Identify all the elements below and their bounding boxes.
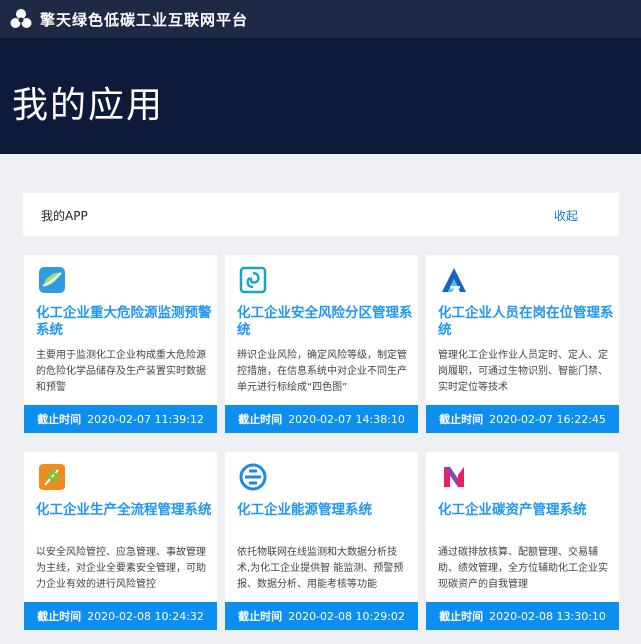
app-card-carbon-assets[interactable]: 化工企业碳资产管理系统 通过碳排放核算、配额管理、交易辅助、绩效管理，全方位辅助…	[426, 452, 619, 630]
card-description: 辨识企业风险，确定风险等级，制定管控措施，在信息系统中对企业不同生产单元进行标绘…	[237, 350, 407, 393]
deadline-label: 截止时间	[238, 413, 283, 426]
top-bar: 擎天绿色低碳工业互联网平台	[0, 0, 641, 38]
card-description: 管理化工企业作业人员定时、定人、定岗履职，可通过生物识别、智能门禁、实时定位等技…	[438, 350, 608, 393]
deadline-label: 截止时间	[439, 610, 484, 623]
card-title: 化工企业安全风险分区管理系统	[237, 305, 413, 338]
page-title: 我的应用	[12, 85, 165, 126]
deadline-bar: 截止时间 2020-02-07 16:22:45	[426, 405, 619, 433]
card-title: 化工企业能源管理系统	[237, 502, 372, 518]
deadline-value: 2020-02-08 13:30:10	[489, 609, 606, 623]
leaf-wave-icon	[39, 267, 65, 293]
card-description: 依托物联网在线监测和大数据分析技术,为化工企业提供智 能监测、预警预报、数据分析…	[237, 547, 404, 590]
ribbon-icon	[444, 467, 464, 487]
deadline-value: 2020-02-08 10:24:32	[87, 609, 204, 623]
card-description: 通过碳排放核算、配额管理、交易辅助、绩效管理，全方位辅助化工企业实现碳资产的自我…	[438, 547, 608, 590]
deadline-bar: 截止时间 2020-02-07 11:39:12	[24, 405, 217, 433]
deadline-value: 2020-02-07 11:39:12	[87, 412, 204, 426]
deadline-value: 2020-02-08 10:29:02	[288, 609, 405, 623]
deadline-bar: 截止时间 2020-02-08 10:24:32	[24, 602, 217, 630]
deadline-bar: 截止时间 2020-02-08 13:30:10	[426, 602, 619, 630]
deadline-label: 截止时间	[37, 413, 82, 426]
deadline-bar: 截止时间 2020-02-08 10:29:02	[225, 602, 418, 630]
collapse-link[interactable]: 收起	[554, 207, 578, 224]
deadline-label: 截止时间	[439, 413, 484, 426]
my-app-header: 我的APP 收起	[23, 193, 619, 236]
deadline-value: 2020-02-07 16:22:45	[489, 412, 606, 426]
brand-logo-icon	[10, 9, 32, 28]
deadline-label: 截止时间	[238, 610, 283, 623]
deadline-bar: 截止时间 2020-02-07 14:38:10	[225, 405, 418, 433]
a-logo-icon	[442, 268, 466, 292]
card-description: 主要用于监测化工企业构成重大危险源的危险化学品储存及生产装置实时数据和预警	[36, 350, 206, 393]
card-title: 化工企业生产全流程管理系统	[36, 502, 212, 518]
app-card-personnel-onduty[interactable]: 化工企业人员在岗在位管理系统 管理化工企业作业人员定时、定人、定岗履职，可通过生…	[426, 255, 619, 433]
card-title: 化工企业人员在岗在位管理系统	[438, 305, 614, 338]
deadline-value: 2020-02-07 14:38:10	[288, 412, 405, 426]
hero-banner: 我的应用	[0, 38, 641, 154]
app-card-risk-zoning[interactable]: 化工企业安全风险分区管理系统 辨识企业风险，确定风险等级，制定管控措施，在信息系…	[225, 255, 418, 433]
card-title: 化工企业碳资产管理系统	[438, 502, 587, 518]
swirl-icon	[239, 266, 267, 294]
deadline-label: 截止时间	[37, 610, 82, 623]
app-card-hazard-monitoring[interactable]: 化工企业重大危险源监测预警系统 主要用于监测化工企业构成重大危险源的危险化学品储…	[24, 255, 217, 433]
e-logo-icon	[239, 463, 267, 491]
my-app-label: 我的APP	[41, 209, 88, 223]
app-card-energy-management[interactable]: 化工企业能源管理系统 依托物联网在线监测和大数据分析技术,为化工企业提供智 能监…	[225, 452, 418, 630]
card-title: 化工企业重大危险源监测预警系统	[36, 305, 212, 338]
brand-name: 擎天绿色低碳工业互联网平台	[40, 10, 249, 29]
app-card-production-process[interactable]: 化工企业生产全流程管理系统 以安全风险管控、应急管理、事故管理为主线，对企业全要…	[24, 452, 217, 630]
card-description: 以安全风险管控、应急管理、事故管理为主线，对企业全要素安全管理，可助力企业有效的…	[36, 547, 206, 590]
wheat-icon	[39, 464, 65, 490]
